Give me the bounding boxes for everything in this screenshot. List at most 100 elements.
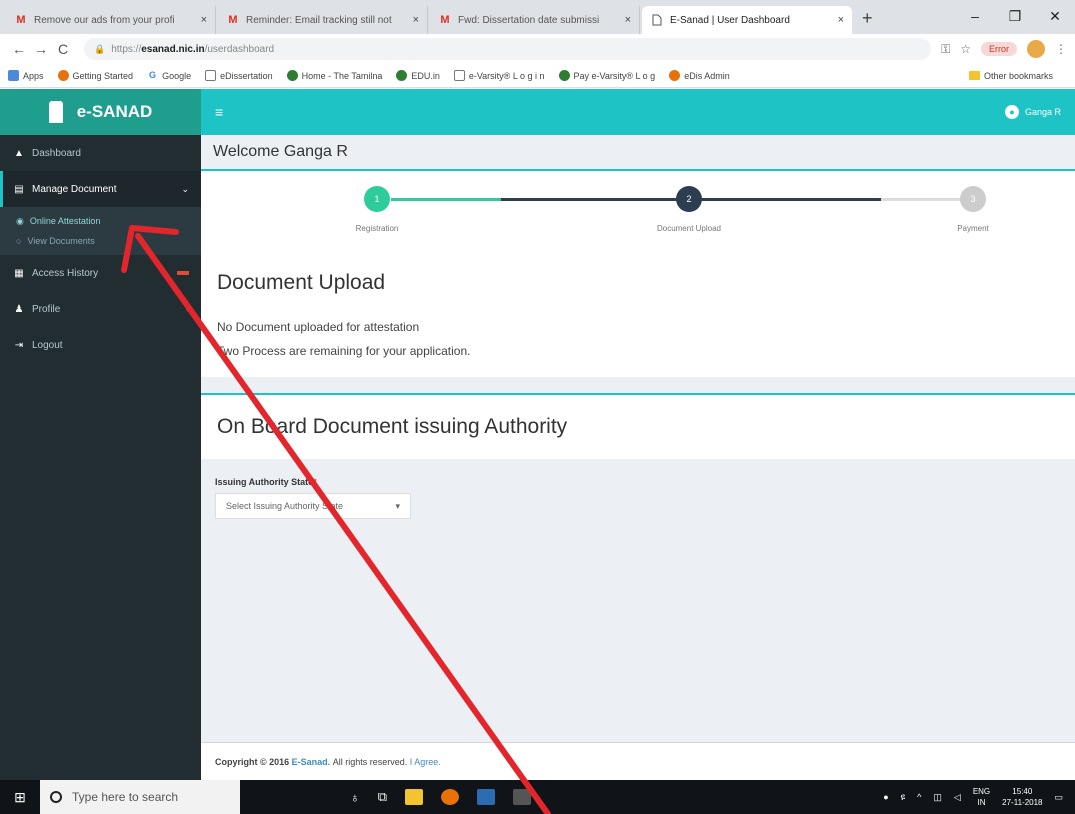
star-icon[interactable]: ☆ xyxy=(960,42,971,56)
section-title: On Board Document issuing Authority xyxy=(217,415,568,438)
emblem-icon xyxy=(558,70,570,81)
sidebar-item-dashboard[interactable]: ▲ Dashboard xyxy=(0,135,201,171)
windows-start-icon[interactable]: ⊞ xyxy=(0,789,40,806)
issuing-state-select[interactable]: Select Issuing Authority State ▾ xyxy=(215,493,411,519)
reload-icon[interactable]: C xyxy=(52,41,74,57)
taskbar-search[interactable]: Type here to search xyxy=(40,780,240,814)
file-explorer-icon[interactable] xyxy=(405,789,424,805)
search-circle-icon xyxy=(50,791,62,803)
progress-stepper: 1 Registration 2 Document Upload 3 Payme… xyxy=(201,171,1075,261)
page-icon xyxy=(650,14,664,26)
brand-link[interactable]: E-Sanad. xyxy=(292,757,331,767)
browser-tab[interactable]: M Reminder: Email tracking still not × xyxy=(218,6,428,34)
bookmark-pay-evarsity[interactable]: Pay e-Varsity® L o g xyxy=(558,70,655,81)
tab-title: Reminder: Email tracking still not xyxy=(246,14,392,26)
toolbar-actions: ⚿ ☆ Error ⋮ xyxy=(941,40,1067,58)
rights-text: All rights reserved. xyxy=(332,756,408,767)
national-emblem-icon xyxy=(48,101,63,123)
sidebar-item-access-history[interactable]: ▦ Access History xyxy=(0,255,201,291)
step-document-upload: 2 Document Upload xyxy=(629,186,749,233)
wifi-icon[interactable]: ◫ xyxy=(933,792,942,803)
bookmark-evarsity-login[interactable]: e-Varsity® L o g i n xyxy=(453,70,545,81)
sidebar-item-manage-document[interactable]: ▤ Manage Document ⌄ xyxy=(0,171,201,207)
back-arrow-icon[interactable]: ← xyxy=(8,41,30,57)
step-payment: 3 Payment xyxy=(913,186,1033,233)
user-menu[interactable]: ● Ganga R xyxy=(1004,105,1061,119)
address-bar[interactable]: 🔒 https:// esanad.nic.in /userdashboard xyxy=(84,38,932,60)
outlook-icon[interactable] xyxy=(477,789,496,805)
notification-badge xyxy=(177,271,189,275)
close-icon[interactable]: × xyxy=(838,14,844,26)
bookmark-edis-admin[interactable]: eDis Admin xyxy=(669,70,730,81)
brand-name: e-SANAD xyxy=(76,102,153,121)
step-number: 1 xyxy=(364,186,390,212)
main-content: Welcome Ganga R 1 Registration 2 Documen… xyxy=(201,135,1075,780)
app-icon[interactable] xyxy=(513,789,532,805)
task-view-icon[interactable]: ⧉ xyxy=(378,789,387,805)
edis-icon xyxy=(669,70,681,81)
people-icon[interactable]: ዩ xyxy=(901,792,906,803)
apps-grid-icon xyxy=(8,70,19,81)
profile-avatar-icon[interactable] xyxy=(1027,40,1045,58)
gmail-icon: M xyxy=(228,14,238,26)
sidebar-item-view-documents[interactable]: ○ View Documents xyxy=(0,231,201,251)
search-placeholder: Type here to search xyxy=(72,790,179,804)
brand-logo[interactable]: e-SANAD xyxy=(0,89,201,135)
step-registration: 1 Registration xyxy=(317,186,437,233)
calendar-icon: ▦ xyxy=(14,267,24,279)
section-title: Document Upload xyxy=(217,271,386,294)
microphone-icon[interactable]: ♁ xyxy=(350,790,360,805)
logout-icon: ⇥ xyxy=(14,339,24,351)
google-icon: G xyxy=(149,70,157,80)
forward-arrow-icon[interactable]: → xyxy=(30,41,52,57)
chevron-left-icon: ‹ xyxy=(186,304,189,314)
chevron-up-icon[interactable]: ^ xyxy=(917,792,921,802)
lock-icon: 🔒 xyxy=(94,43,106,54)
bookmark-apps[interactable]: Apps xyxy=(8,70,44,81)
close-icon[interactable]: × xyxy=(201,14,207,26)
circle-icon: ◉ xyxy=(16,215,24,226)
close-window-button[interactable]: ✕ xyxy=(1035,0,1075,32)
window-controls: – ❐ ✕ xyxy=(955,0,1075,32)
bookmark-edissertation[interactable]: eDissertation xyxy=(205,70,273,81)
close-icon[interactable]: × xyxy=(625,14,631,26)
menu-icon[interactable]: ⋮ xyxy=(1055,42,1067,56)
agree-link[interactable]: I Agree. xyxy=(410,757,441,767)
welcome-heading: Welcome Ganga R xyxy=(201,135,1075,171)
browser-tab-strip: M Remove our ads from your profi × M Rem… xyxy=(0,0,1075,34)
hamburger-menu-icon[interactable]: ≡ xyxy=(215,104,223,120)
bookmark-edu-in[interactable]: EDU.in xyxy=(396,70,440,81)
bookmark-getting-started[interactable]: Getting Started xyxy=(57,70,133,81)
status-message: No Document uploaded for attestation xyxy=(217,320,420,334)
key-icon[interactable]: ⚿ xyxy=(941,42,950,57)
network-globe-icon[interactable]: ● xyxy=(883,792,888,802)
sidebar-item-online-attestation[interactable]: ◉ Online Attestation xyxy=(0,211,201,231)
close-icon[interactable]: × xyxy=(413,14,419,26)
browser-tab[interactable]: M Remove our ads from your profi × xyxy=(6,6,216,34)
sidebar-submenu: ◉ Online Attestation ○ View Documents xyxy=(0,207,201,255)
error-badge[interactable]: Error xyxy=(981,42,1017,56)
notification-icon[interactable]: ▭ xyxy=(1054,792,1063,803)
firefox-icon xyxy=(57,70,69,81)
authority-panel: On Board Document issuing Authority xyxy=(201,393,1075,459)
url-path: /userdashboard xyxy=(204,43,275,55)
bookmark-google[interactable]: G Google xyxy=(147,70,191,81)
chrome-icon[interactable] xyxy=(441,789,460,805)
minimize-button[interactable]: – xyxy=(955,0,995,32)
upload-panel: 1 Registration 2 Document Upload 3 Payme… xyxy=(201,171,1075,377)
other-bookmarks[interactable]: Other bookmarks xyxy=(968,71,1053,81)
user-name: Ganga R xyxy=(1024,107,1061,117)
bookmark-home-tamilnadu[interactable]: Home - The Tamilna xyxy=(286,70,382,81)
browser-tab-active[interactable]: E-Sanad | User Dashboard × xyxy=(642,6,852,34)
taskbar-clock[interactable]: 15:40 27-11-2018 xyxy=(1002,786,1042,808)
new-tab-button[interactable]: + xyxy=(862,4,873,34)
sidebar-item-profile[interactable]: ♟ Profile ‹ xyxy=(0,291,201,327)
folder-icon xyxy=(968,71,980,80)
speaker-icon[interactable]: ◁ xyxy=(954,792,961,803)
step-label: Registration xyxy=(355,224,399,233)
language-indicator[interactable]: ENG IN xyxy=(973,786,990,808)
sidebar-item-logout[interactable]: ⇥ Logout xyxy=(0,327,201,363)
circle-outline-icon: ○ xyxy=(16,236,22,246)
maximize-button[interactable]: ❐ xyxy=(995,0,1035,32)
browser-tab[interactable]: M Fwd: Dissertation date submissi × xyxy=(430,6,640,34)
